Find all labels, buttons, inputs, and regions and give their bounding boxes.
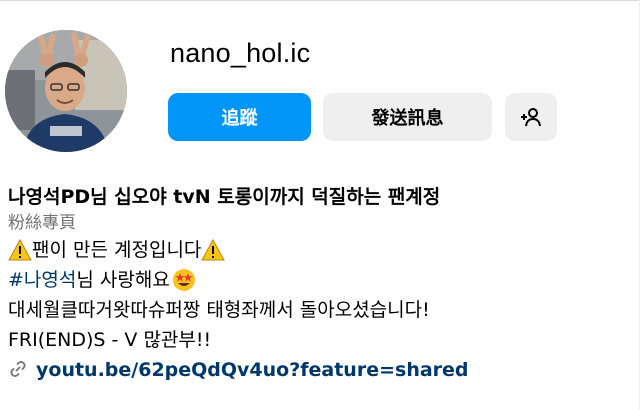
bio-link-text[interactable]: youtu.be/62peQdQv4uo?feature=shared <box>36 355 469 385</box>
avatar[interactable] <box>5 30 127 152</box>
bio-category[interactable]: 粉絲專頁 <box>8 211 628 235</box>
warning-icon <box>8 239 32 261</box>
top-divider <box>0 0 640 1</box>
profile-photo-icon <box>5 30 127 152</box>
bio-line-2-text: 님 사랑해요 <box>76 269 170 291</box>
bio-line-3: 대세월클따거왓따슈퍼짱 태형좌께서 돌아오셨습니다! <box>8 299 430 321</box>
bio-section: 나영석PD님 십오야 tvN 토롱이까지 덕질하는 팬계정 粉絲專頁 팬이 만든… <box>8 183 628 385</box>
bio-line-2: #나영석 님 사랑해요 <box>8 265 628 295</box>
bio-line-1-text: 팬이 만든 계정입니다 <box>32 239 202 261</box>
username: nano_hol.ic <box>170 38 311 68</box>
message-button[interactable]: 發送訊息 <box>323 93 492 141</box>
hashtag-link[interactable]: #나영석 <box>8 265 76 295</box>
star-eyes-emoji-icon <box>172 268 196 292</box>
add-user-icon <box>521 108 541 127</box>
bio-line-4: FRI(END)S - V 많관부!! <box>8 329 212 351</box>
link-icon <box>8 359 30 381</box>
add-user-button[interactable] <box>505 93 557 141</box>
bio-line-1: 팬이 만든 계정입니다 <box>8 235 628 265</box>
bio-link[interactable]: youtu.be/62peQdQv4uo?feature=shared <box>8 355 628 385</box>
warning-icon <box>201 239 226 261</box>
bio-name: 나영석PD님 십오야 tvN 토롱이까지 덕질하는 팬계정 <box>8 186 441 208</box>
follow-button[interactable]: 追蹤 <box>168 93 311 141</box>
